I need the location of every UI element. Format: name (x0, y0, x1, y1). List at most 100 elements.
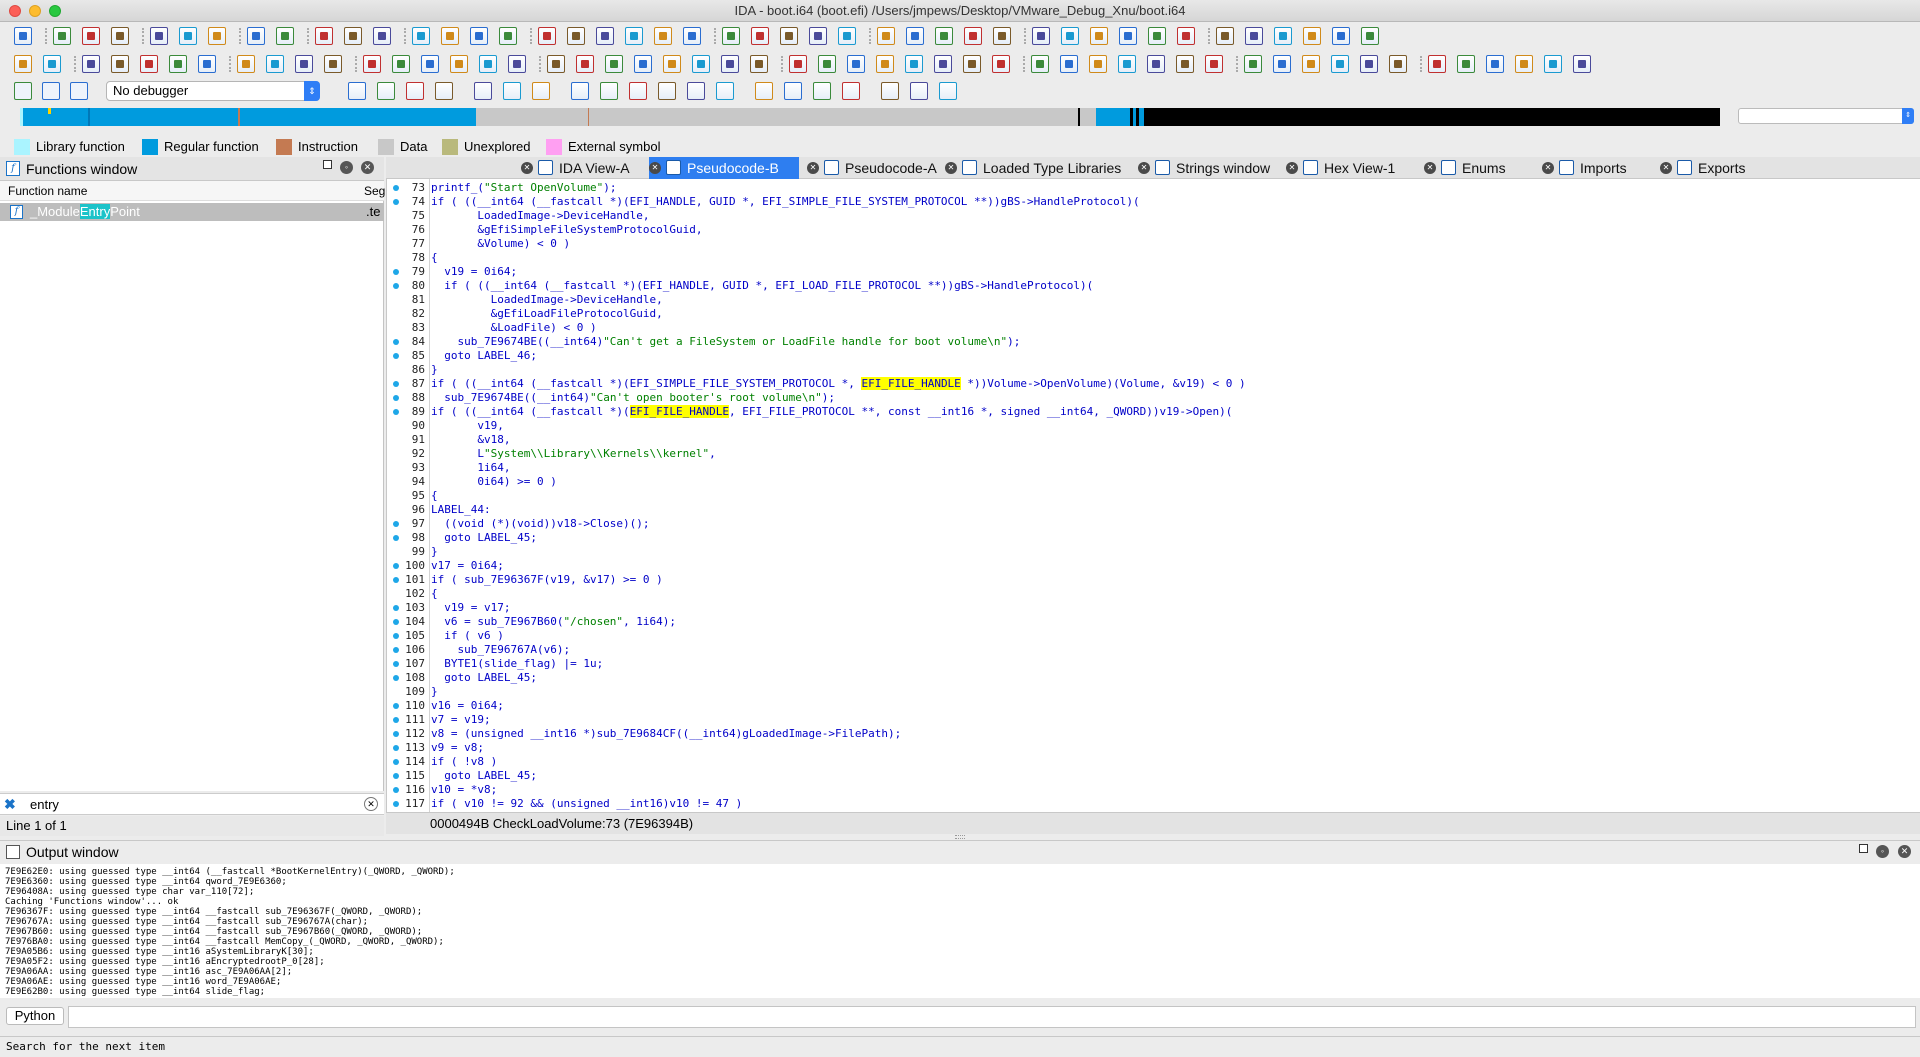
code-line[interactable]: 104 v6 = sub_7E967B60("/chosen", 1i64); (387, 615, 1920, 629)
call-icon[interactable] (1331, 55, 1349, 73)
patch-icon[interactable] (567, 27, 585, 45)
code-line[interactable]: 81 LoadedImage->DeviceHandle, (387, 293, 1920, 307)
close-tab-icon[interactable]: ✕ (1286, 162, 1298, 174)
toolbar-grip[interactable] (307, 28, 310, 44)
back-icon[interactable] (881, 82, 899, 100)
tab-exports[interactable]: ✕ Exports (1660, 157, 1770, 179)
flow-icon[interactable] (1090, 27, 1108, 45)
toolbar-grip[interactable] (45, 28, 48, 44)
search-icon[interactable] (348, 82, 366, 100)
script-icon[interactable] (663, 55, 681, 73)
code-line[interactable]: 108 goto LABEL_45; (387, 671, 1920, 685)
segment-icon[interactable] (412, 27, 430, 45)
code-line[interactable]: 92 L"System\\Library\\Kernels\\kernel", (387, 447, 1920, 461)
code-line[interactable]: 115 goto LABEL_45; (387, 769, 1920, 783)
text-icon[interactable] (363, 55, 381, 73)
forward-icon[interactable] (751, 27, 769, 45)
options-icon[interactable] (625, 27, 643, 45)
xref-icon[interactable] (658, 82, 676, 100)
code-line[interactable]: 88 sub_7E9674BE((__int64)"Can't open boo… (387, 391, 1920, 405)
code-line[interactable]: 75 LoadedImage->DeviceHandle, (387, 209, 1920, 223)
xref-icon[interactable] (1360, 55, 1378, 73)
list-icon[interactable] (818, 55, 836, 73)
list-icon[interactable] (600, 82, 618, 100)
call-icon[interactable] (687, 82, 705, 100)
tab-hex-view-1[interactable]: ✕ Hex View-1 (1286, 157, 1416, 179)
toolbar-grip[interactable] (781, 56, 784, 72)
toolbar-grip[interactable] (239, 28, 242, 44)
code-line[interactable]: 117 if ( v10 != 92 && (unsigned __int16)v… (387, 797, 1920, 811)
code-line[interactable]: 89 if ( ((__int64 (__fastcall *)(EFI_FILE… (387, 405, 1920, 419)
code-line[interactable]: 84 sub_7E9674BE((__int64)"Can't get a Fi… (387, 335, 1920, 349)
code-line[interactable]: 82 &gEfiLoadFileProtocolGuid, (387, 307, 1920, 321)
code-line[interactable]: 95 { (387, 489, 1920, 503)
enum-icon[interactable] (1486, 55, 1504, 73)
xref-icon[interactable] (499, 27, 517, 45)
save-icon[interactable] (576, 55, 594, 73)
pane-splitter[interactable] (955, 835, 965, 839)
close-icon[interactable]: ✕ (361, 161, 374, 174)
toolbar-grip[interactable] (1208, 28, 1211, 44)
options-icon[interactable] (14, 55, 32, 73)
call-icon[interactable] (111, 55, 129, 73)
code-line[interactable]: 87 if ( ((__int64 (__fastcall *)(EFI_SIMP… (387, 377, 1920, 391)
graph-icon[interactable] (377, 82, 395, 100)
script-icon[interactable] (755, 82, 773, 100)
hex-icon[interactable] (324, 55, 342, 73)
hex-icon[interactable] (935, 27, 953, 45)
code-line[interactable]: 107 BYTE1(slide_flag) |= 1u; (387, 657, 1920, 671)
code-line[interactable]: 101 if ( sub_7E96367F(v19, &v17) >= 0 ) (387, 573, 1920, 587)
tab-pseudocode-a[interactable]: ✕ Pseudocode-A (807, 157, 937, 179)
close-window-button[interactable] (9, 5, 21, 17)
python-language-button[interactable]: Python (6, 1007, 64, 1025)
code-line[interactable]: 100 v17 = 0i64; (387, 559, 1920, 573)
debugger-select[interactable]: No debugger ⇕ (106, 81, 320, 101)
open-icon[interactable] (605, 55, 623, 73)
tab-enums[interactable]: ✕ Enums (1424, 157, 1534, 179)
options-icon[interactable] (634, 55, 652, 73)
close-tab-icon[interactable]: ✕ (1660, 162, 1672, 174)
debug-icon[interactable] (877, 27, 895, 45)
struct-icon[interactable] (1515, 55, 1533, 73)
graph-icon[interactable] (421, 55, 439, 73)
maximize-window-button[interactable] (49, 5, 61, 17)
hex-icon[interactable] (934, 55, 952, 73)
code-line[interactable]: 83 &LoadFile) < 0 ) (387, 321, 1920, 335)
code-line[interactable]: 93 1i64, (387, 461, 1920, 475)
code-line[interactable]: 111 v7 = v19; (387, 713, 1920, 727)
text-icon[interactable] (1573, 55, 1591, 73)
jump-icon[interactable] (939, 82, 957, 100)
code-line[interactable]: 94 0i64) >= 0 ) (387, 475, 1920, 489)
float-icon[interactable] (323, 160, 332, 169)
code-line[interactable]: 106 sub_7E96767A(v6); (387, 643, 1920, 657)
patch-icon[interactable] (1302, 55, 1320, 73)
code-line[interactable]: 90 v19, (387, 419, 1920, 433)
struct-icon[interactable] (503, 82, 521, 100)
list-icon[interactable] (1061, 27, 1079, 45)
jump-icon[interactable] (150, 27, 168, 45)
script-icon[interactable] (43, 55, 61, 73)
text-icon[interactable] (435, 82, 453, 100)
toolbar-grip[interactable] (869, 28, 872, 44)
struct-icon[interactable] (964, 27, 982, 45)
back-icon[interactable] (1147, 55, 1165, 73)
forward-icon[interactable] (111, 27, 129, 45)
xref-icon[interactable] (750, 55, 768, 73)
back-icon[interactable] (82, 27, 100, 45)
hex-icon[interactable] (1544, 55, 1562, 73)
forward-icon[interactable] (910, 82, 928, 100)
graph-icon[interactable] (1031, 55, 1049, 73)
toolbar-grip[interactable] (1023, 56, 1026, 72)
flow-icon[interactable] (470, 27, 488, 45)
tab-ida-view-a[interactable]: ✕ IDA View-A (521, 157, 641, 179)
code-line[interactable]: 78 { (387, 251, 1920, 265)
search-icon[interactable] (179, 27, 197, 45)
code-line[interactable]: 74 if ( ((__int64 (__fastcall *)(EFI_HAND… (387, 195, 1920, 209)
code-line[interactable]: 113 v9 = v8; (387, 741, 1920, 755)
flow-icon[interactable] (629, 82, 647, 100)
struct-icon[interactable] (295, 55, 313, 73)
script-icon[interactable] (1273, 55, 1291, 73)
struct-icon[interactable] (905, 55, 923, 73)
close-tab-icon[interactable]: ✕ (1424, 162, 1436, 174)
toolbar-grip[interactable] (229, 56, 232, 72)
